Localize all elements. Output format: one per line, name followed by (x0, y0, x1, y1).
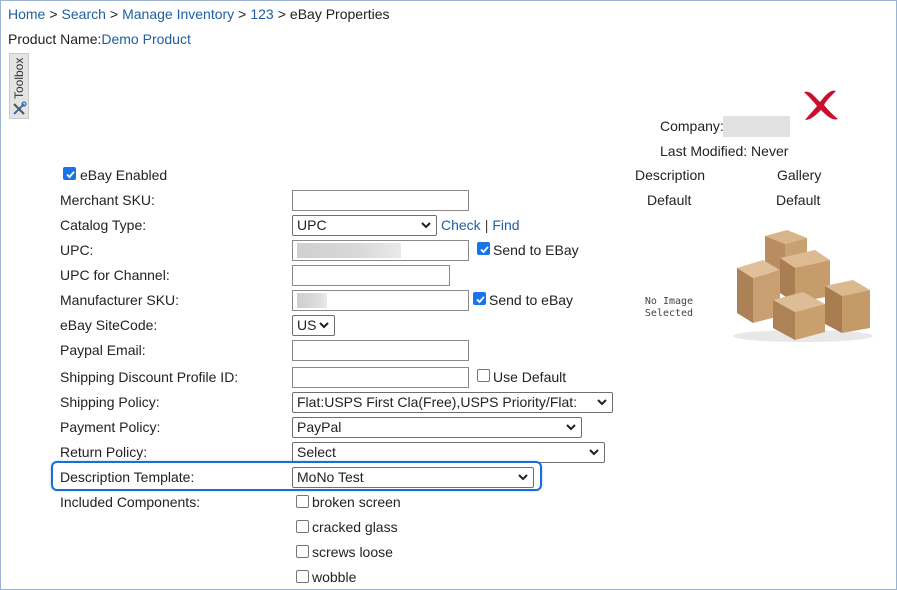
component-checkbox[interactable] (296, 495, 309, 508)
upc-send-checkbox[interactable] (477, 242, 490, 255)
chevron-down-icon (319, 322, 329, 329)
component-label: broken screen (312, 494, 401, 510)
chevron-down-icon (589, 449, 599, 456)
return-policy-value: Select (297, 444, 336, 460)
paypal-email-label: Paypal Email: (60, 342, 146, 358)
breadcrumb-current: eBay Properties (289, 6, 390, 22)
return-policy-select[interactable]: Select (292, 442, 605, 463)
checkmark-icon (476, 296, 485, 304)
breadcrumb-search[interactable]: Search (62, 6, 106, 22)
merchant-sku-label: Merchant SKU: (60, 192, 155, 208)
payment-policy-value: PayPal (297, 419, 342, 435)
close-icon[interactable] (800, 86, 840, 124)
shipping-policy-select[interactable]: Flat:USPS First Cla(Free),USPS Priority/… (292, 392, 613, 413)
manufacturer-sku-send-checkbox[interactable] (473, 292, 486, 305)
shipping-discount-input[interactable] (292, 367, 469, 388)
component-checkbox[interactable] (296, 520, 309, 533)
included-components-label: Included Components: (60, 494, 201, 510)
return-policy-label: Return Policy: (60, 444, 148, 460)
company-label: Company: (660, 118, 724, 134)
upc-label: UPC: (60, 242, 94, 258)
chevron-down-icon (566, 424, 576, 431)
manufacturer-sku-value-redacted (297, 293, 327, 308)
breadcrumb-manage-inventory[interactable]: Manage Inventory (122, 6, 234, 22)
company-value-redacted (723, 116, 790, 137)
manufacturer-sku-label: Manufacturer SKU: (60, 292, 180, 308)
ebay-sitecode-select[interactable]: US (292, 315, 335, 336)
product-name: Product Name:Demo Product (8, 31, 191, 47)
breadcrumb-product-123[interactable]: 123 (250, 6, 273, 22)
chevron-down-icon (597, 399, 607, 406)
gallery-image-default: Default (776, 192, 821, 208)
payment-policy-label: Payment Policy: (60, 419, 161, 435)
catalog-type-label: Catalog Type: (60, 217, 147, 233)
ebay-sitecode-value: US (297, 317, 317, 333)
chevron-down-icon (518, 474, 528, 481)
toolbox-tab[interactable]: Toolbox (9, 53, 29, 119)
payment-policy-select[interactable]: PayPal (292, 417, 582, 438)
last-modified: Last Modified: Never (660, 143, 789, 159)
description-template-value: MoNo Test (297, 469, 364, 485)
component-label: screws loose (312, 544, 393, 560)
upc-channel-input[interactable] (292, 265, 450, 286)
catalog-type-value: UPC (297, 217, 327, 233)
product-name-value: Demo Product (101, 31, 191, 47)
no-image-text: Selected (644, 308, 694, 319)
component-checkbox[interactable] (296, 545, 309, 558)
catalog-type-select[interactable]: UPC (292, 215, 437, 236)
ebay-sitecode-label: eBay SiteCode: (60, 317, 158, 333)
breadcrumb-separator: > (109, 6, 119, 22)
use-default-checkbox[interactable] (477, 369, 490, 382)
manufacturer-sku-send-label: Send to eBay (489, 292, 574, 308)
shipping-discount-label: Shipping Discount Profile ID: (60, 369, 239, 385)
paypal-email-input[interactable] (292, 340, 469, 361)
ebay-enabled-label: eBay Enabled (80, 167, 168, 183)
description-template-select[interactable]: MoNo Test (292, 467, 534, 488)
gallery-image-header: Gallery (777, 167, 822, 183)
shipping-policy-label: Shipping Policy: (60, 394, 160, 410)
description-image-header: Description (635, 167, 706, 183)
shipping-policy-value: Flat:USPS First Cla(Free),USPS Priority/… (297, 394, 578, 410)
breadcrumb-separator: > (49, 6, 58, 22)
upc-send-label: Send to EBay (493, 242, 579, 258)
breadcrumb-separator: > (277, 6, 286, 22)
component-label: wobble (312, 569, 357, 585)
upc-value-redacted (297, 243, 401, 258)
product-name-label: Product Name: (8, 31, 102, 47)
chevron-down-icon (421, 222, 431, 229)
merchant-sku-input[interactable] (292, 190, 469, 211)
breadcrumb-home[interactable]: Home (8, 6, 45, 22)
check-link[interactable]: Check (441, 217, 481, 233)
find-link[interactable]: Find (492, 217, 519, 233)
breadcrumb: Home > Search > Manage Inventory >123 > eBay Pr… (8, 6, 390, 22)
tools-icon (13, 101, 27, 115)
component-label: cracked glass (312, 519, 398, 535)
no-image-text: No Image (644, 296, 694, 307)
gallery-image-boxes[interactable] (725, 228, 875, 343)
breadcrumb-separator: > (238, 6, 247, 22)
link-separator: | (484, 217, 489, 233)
description-image-default: Default (647, 192, 692, 208)
catalog-links: Check | Find (441, 217, 520, 233)
use-default-label: Use Default (493, 369, 567, 385)
checkmark-icon (66, 171, 75, 179)
component-checkbox[interactable] (296, 570, 309, 583)
ebay-enabled-checkbox[interactable] (63, 167, 76, 180)
checkmark-icon (480, 246, 489, 254)
no-image-placeholder[interactable]: No Image Selected (628, 296, 710, 320)
toolbox-label: Toolbox (12, 57, 26, 99)
upc-channel-label: UPC for Channel: (60, 267, 170, 283)
